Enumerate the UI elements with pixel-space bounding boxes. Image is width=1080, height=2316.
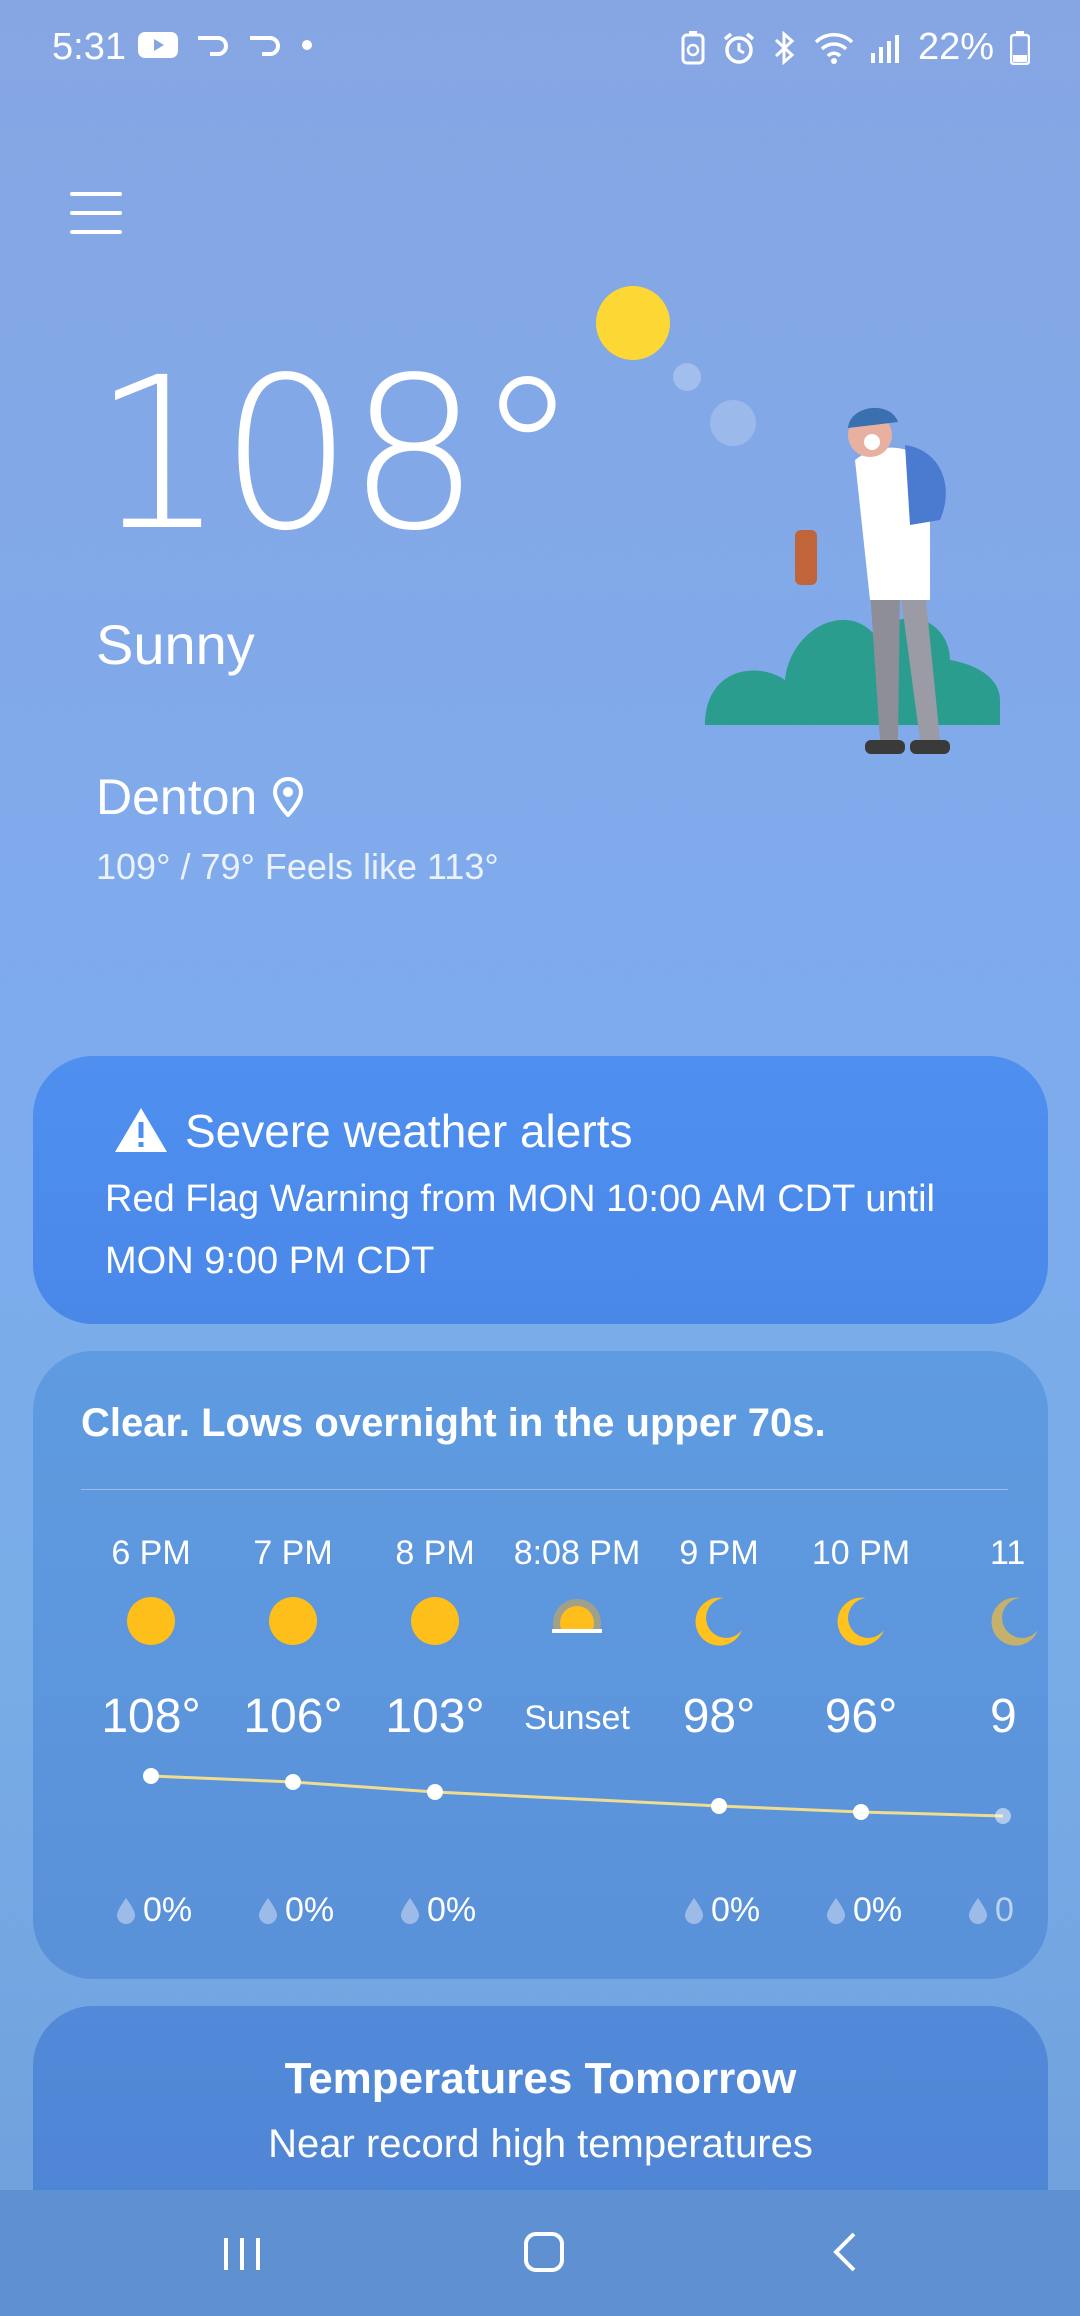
system-icons: 22% bbox=[680, 26, 1030, 69]
youtube-icon bbox=[138, 32, 178, 58]
status-time: 5:31 bbox=[52, 26, 126, 68]
precip-item: 0% bbox=[399, 1891, 476, 1930]
bluetooth-icon bbox=[774, 30, 795, 65]
moon-icon bbox=[695, 1597, 742, 1646]
navigation-bar bbox=[0, 2190, 1080, 2316]
precip-chance: 0% bbox=[853, 1891, 903, 1929]
menu-line bbox=[70, 192, 122, 196]
current-condition: Sunny bbox=[96, 613, 255, 676]
hi-lo-feels-like: 109° / 79° Feels like 113° bbox=[96, 846, 499, 887]
hour-time: 11 bbox=[990, 1534, 1026, 1572]
menu-line bbox=[70, 230, 122, 234]
hour-temp: Sunset bbox=[524, 1699, 630, 1737]
raindrop-icon bbox=[117, 1897, 135, 1924]
signal-icon bbox=[870, 34, 899, 63]
raindrop-icon bbox=[401, 1897, 419, 1924]
sun-icon bbox=[411, 1597, 459, 1645]
hour-time: 7 PM bbox=[253, 1534, 333, 1572]
status-bar: 5:31 22% bbox=[0, 0, 1080, 96]
location[interactable]: Denton bbox=[96, 768, 304, 826]
precip-item: 0 bbox=[967, 1891, 1014, 1930]
alarm-icon bbox=[723, 32, 755, 64]
sun-icon bbox=[269, 1597, 317, 1645]
back-icon[interactable] bbox=[806, 2222, 886, 2282]
hour-temp: 98° bbox=[682, 1690, 756, 1743]
precip-item: 0% bbox=[825, 1891, 902, 1930]
hourly-forecast-card[interactable]: Clear. Lows overnight in the upper 70s. … bbox=[33, 1351, 1048, 1979]
recent-apps-icon[interactable] bbox=[202, 2222, 282, 2282]
warning-icon bbox=[115, 1108, 167, 1152]
hour-time: 6 PM bbox=[111, 1534, 191, 1572]
notification-icons bbox=[138, 30, 314, 60]
hour-time: 8 PM bbox=[395, 1534, 475, 1572]
raindrop-icon bbox=[827, 1897, 845, 1924]
precip-chance: 0% bbox=[427, 1891, 477, 1929]
battery-saver-icon bbox=[681, 30, 705, 64]
hour-temp: 9 bbox=[990, 1690, 1017, 1743]
menu-line bbox=[70, 211, 122, 215]
hour-time: 10 PM bbox=[811, 1534, 911, 1572]
precip-item: 0% bbox=[257, 1891, 334, 1930]
tomorrow-title: Temperatures Tomorrow bbox=[284, 2054, 797, 2103]
wifi-icon bbox=[814, 32, 854, 64]
severe-weather-alert-card[interactable]: Severe weather alerts Red Flag Warning f… bbox=[33, 1056, 1048, 1324]
hour-time: 8:08 PM bbox=[513, 1534, 641, 1572]
battery-icon bbox=[1010, 30, 1030, 65]
weather-illustration bbox=[596, 286, 1000, 754]
precip-chance: 0% bbox=[285, 1891, 335, 1929]
swipe-icon bbox=[250, 36, 280, 56]
menu-icon[interactable] bbox=[70, 192, 122, 240]
precip-chance: 0% bbox=[711, 1891, 761, 1929]
home-icon[interactable] bbox=[504, 2222, 584, 2282]
sunset-icon bbox=[552, 1599, 602, 1646]
alert-title: Severe weather alerts bbox=[185, 1105, 633, 1157]
current-temperature: 108° bbox=[92, 332, 580, 577]
raindrop-icon bbox=[685, 1897, 703, 1924]
location-name: Denton bbox=[96, 769, 258, 825]
sun-illustration-icon bbox=[596, 286, 670, 360]
hour-time: 9 PM bbox=[679, 1534, 759, 1572]
sun-icon bbox=[127, 1597, 175, 1645]
moon-icon bbox=[991, 1597, 1038, 1646]
precip-item: 0% bbox=[115, 1891, 192, 1930]
hour-temp: 103° bbox=[385, 1690, 485, 1743]
alert-text: Red Flag Warning from MON 10:00 AM CDT u… bbox=[105, 1178, 935, 1282]
hour-temp: 106° bbox=[243, 1690, 343, 1743]
hour-temp: 96° bbox=[824, 1690, 898, 1743]
raindrop-icon bbox=[969, 1897, 987, 1924]
bush-icon bbox=[705, 618, 1000, 725]
moon-icon bbox=[837, 1597, 884, 1646]
raindrop-icon bbox=[259, 1897, 277, 1924]
hour-temp: 108° bbox=[101, 1690, 201, 1743]
battery-percent: 22% bbox=[917, 26, 994, 68]
precip-chance: 0 bbox=[995, 1891, 1014, 1929]
swipe-icon bbox=[198, 36, 228, 56]
tomorrow-subtitle: Near record high temperatures bbox=[268, 2122, 813, 2166]
precip-chance: 0% bbox=[143, 1891, 193, 1929]
precip-item: 0% bbox=[683, 1891, 760, 1930]
dot-icon bbox=[302, 40, 312, 50]
location-pin-icon bbox=[273, 777, 304, 817]
hourly-list: 6 PM 108° 7 PM 106° 8 PM 103° 8:08 PM Su… bbox=[33, 1351, 1048, 1979]
